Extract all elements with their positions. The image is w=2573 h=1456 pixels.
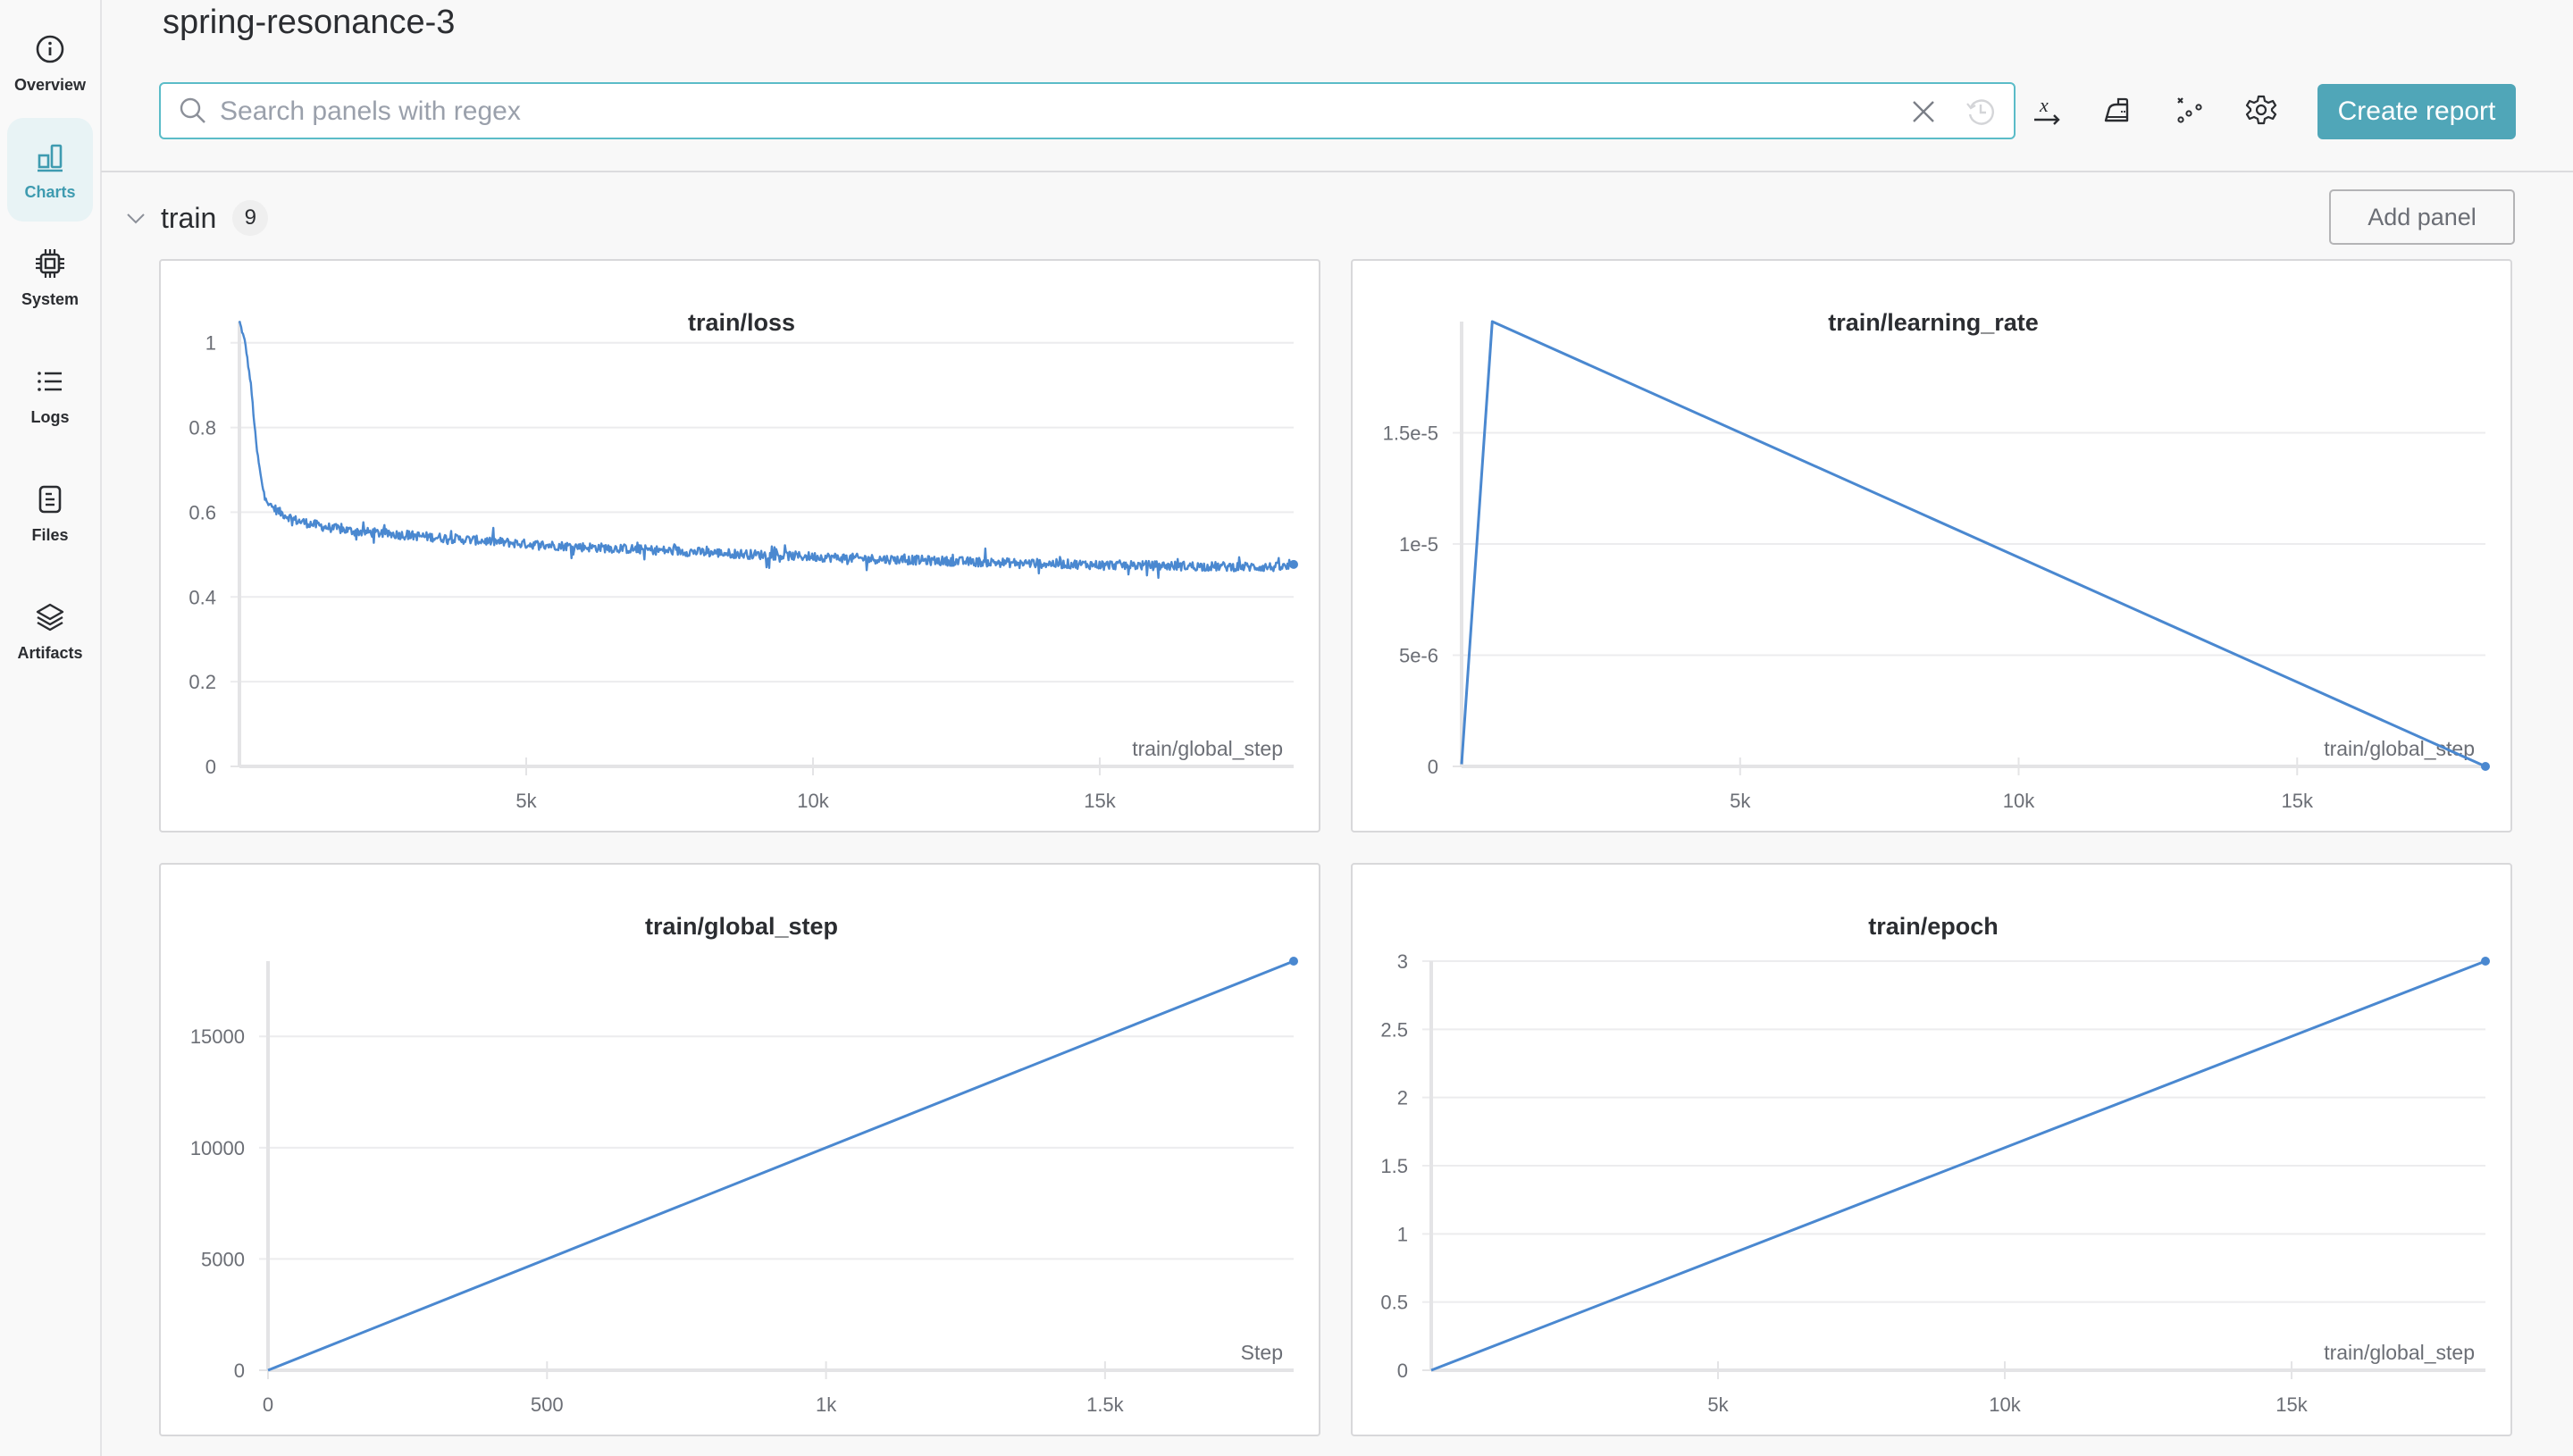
y-tick-label: 0.8 — [189, 417, 216, 439]
x-tick-label: 10k — [1989, 1393, 2021, 1416]
bar-chart-icon — [38, 144, 63, 172]
outliers-button[interactable] — [2169, 89, 2210, 130]
section-name: train — [161, 201, 217, 234]
series-end-point[interactable] — [1289, 957, 1298, 966]
chart-train-learning-rate: train/learning_rate 0 5e-6 1e-5 1.5e-5 5k 10k 1… — [1383, 309, 2490, 812]
x-tick-label: 15k — [1084, 790, 1116, 812]
sidebar-item-system[interactable]: System — [7, 225, 93, 329]
sidebar-item-files[interactable]: Files — [7, 461, 93, 565]
cpu-chip-icon — [36, 248, 64, 278]
y-tick-label: 1e-5 — [1399, 533, 1438, 556]
x-tick-label: 5k — [1707, 1393, 1729, 1416]
sidebar-item-label: Overview — [13, 75, 87, 94]
y-tick-label: 0.6 — [189, 501, 216, 523]
chart-panel-train-loss[interactable]: train/loss 0 0.2 0.4 0.6 0.8 1 5k 10k 15k train/gl… — [159, 259, 1320, 833]
add-panel-button[interactable]: Add panel — [2329, 189, 2515, 245]
y-tick-label: 0 — [1397, 1360, 1408, 1382]
series-end-point[interactable] — [2481, 762, 2490, 771]
search-icon — [180, 97, 205, 123]
x-tick-label: 500 — [531, 1393, 564, 1416]
outliers-scatter-icon — [2177, 97, 2202, 123]
chart-title: train/epoch — [1868, 913, 1999, 940]
y-tick-label: 0.4 — [189, 586, 216, 608]
clear-search-icon[interactable] — [1908, 96, 1939, 127]
header-divider — [101, 171, 2573, 172]
y-tick-label: 2 — [1397, 1087, 1408, 1109]
x-tick-label: 15k — [2282, 790, 2314, 812]
y-tick-label: 0.2 — [189, 671, 216, 693]
info-icon — [36, 35, 64, 63]
y-tick-label: 3 — [1397, 950, 1408, 973]
y-tick-label: 0.5 — [1380, 1292, 1408, 1314]
layers-icon — [36, 603, 64, 631]
series-end-point[interactable] — [2481, 957, 2490, 966]
y-tick-label: 1 — [1397, 1223, 1408, 1245]
y-tick-label: 1.5 — [1380, 1155, 1408, 1177]
run-title: spring-resonance-3 — [163, 4, 456, 41]
panel-count-badge: 9 — [232, 200, 269, 236]
y-tick-label: 15000 — [190, 1025, 245, 1048]
create-report-button[interactable]: Create report — [2317, 84, 2516, 139]
sidebar-item-label: Charts — [24, 182, 76, 201]
y-tick-label: 0 — [1428, 756, 1438, 778]
x-axis-label: Step — [1241, 1341, 1283, 1364]
y-tick-label: 0 — [234, 1360, 245, 1382]
y-tick-label: 0 — [205, 756, 216, 778]
sidebar-item-logs[interactable]: Logs — [7, 343, 93, 447]
x-tick-label: 0 — [263, 1393, 273, 1416]
chart-train-loss: train/loss00.20.40.60.815k 10k 15ktrain/gl… — [189, 309, 1298, 812]
y-tick-label: 1.5e-5 — [1383, 423, 1438, 445]
x-tick-label: 5k — [515, 790, 537, 812]
chart-train-epoch: train/epoch 0 0.5 1 1.5 2 2.5 3 5k 10k 15k train/gl… — [1380, 913, 2490, 1416]
x-tick-label: 10k — [2003, 790, 2035, 812]
y-tick-label: 10000 — [190, 1137, 245, 1159]
y-tick-label: 5e-6 — [1399, 645, 1438, 667]
sidebar-item-label: System — [21, 289, 80, 308]
chart-title: train/learning_rate — [1828, 309, 2039, 336]
chart-panel-train-epoch[interactable]: train/epoch 0 0.5 1 1.5 2 2.5 3 5k 10k 15k train/gl… — [1351, 863, 2512, 1436]
chevron-down-icon[interactable] — [125, 207, 147, 229]
file-icon — [38, 485, 62, 513]
search-panels-field[interactable] — [159, 82, 2016, 139]
y-tick-label: 2.5 — [1380, 1018, 1408, 1041]
settings-gear-icon — [2245, 95, 2277, 125]
x-axis-button[interactable]: x — [2026, 89, 2067, 130]
search-input[interactable] — [218, 91, 1919, 132]
x-tick-label: 5k — [1730, 790, 1751, 812]
list-icon — [38, 371, 62, 391]
chart-title: train/loss — [688, 309, 795, 336]
smoothing-button[interactable] — [2098, 89, 2139, 130]
sidebar-item-overview[interactable]: Overview — [7, 11, 93, 114]
x-tick-label: 1.5k — [1086, 1393, 1125, 1416]
x-tick-label: 10k — [797, 790, 829, 812]
sidebar: Overview Charts System Logs Files Artifa… — [0, 0, 102, 1456]
sidebar-item-charts[interactable]: Charts — [7, 118, 93, 222]
svg-text:x: x — [2039, 94, 2049, 116]
history-icon[interactable] — [1964, 95, 1998, 129]
chart-title: train/global_step — [645, 913, 838, 940]
sidebar-item-label: Artifacts — [17, 643, 83, 662]
chart-panel-train-learning-rate[interactable]: train/learning_rate 0 5e-6 1e-5 1.5e-5 5k 10k 1… — [1351, 259, 2512, 833]
x-tick-label: 1k — [816, 1393, 837, 1416]
x-axis-label: train/global_step — [2324, 1341, 2475, 1364]
sidebar-item-label: Logs — [30, 407, 70, 426]
x-axis-icon: x — [2034, 94, 2060, 125]
chart-train-global-step: train/global_step 0 5000 10000 15000 0 500 1k 1.… — [190, 913, 1298, 1416]
chart-panel-train-global-step[interactable]: train/global_step 0 5000 10000 15000 0 500 1k 1.… — [159, 863, 1320, 1436]
smoothing-iron-icon — [2104, 97, 2129, 122]
series-line[interactable] — [267, 959, 1295, 1372]
sidebar-item-label: Files — [31, 525, 69, 544]
series-end-point[interactable] — [1289, 559, 1298, 569]
y-tick-label: 1 — [205, 332, 216, 355]
x-axis-label: train/global_step — [1132, 737, 1283, 760]
x-axis-label: train/global_step — [2324, 737, 2475, 760]
settings-button[interactable] — [2241, 89, 2282, 130]
y-tick-label: 5000 — [201, 1248, 245, 1270]
section-header-train[interactable]: train 9 — [125, 198, 269, 238]
sidebar-item-artifacts[interactable]: Artifacts — [7, 579, 93, 682]
x-tick-label: 15k — [2275, 1393, 2308, 1416]
series-line[interactable] — [238, 320, 1295, 580]
